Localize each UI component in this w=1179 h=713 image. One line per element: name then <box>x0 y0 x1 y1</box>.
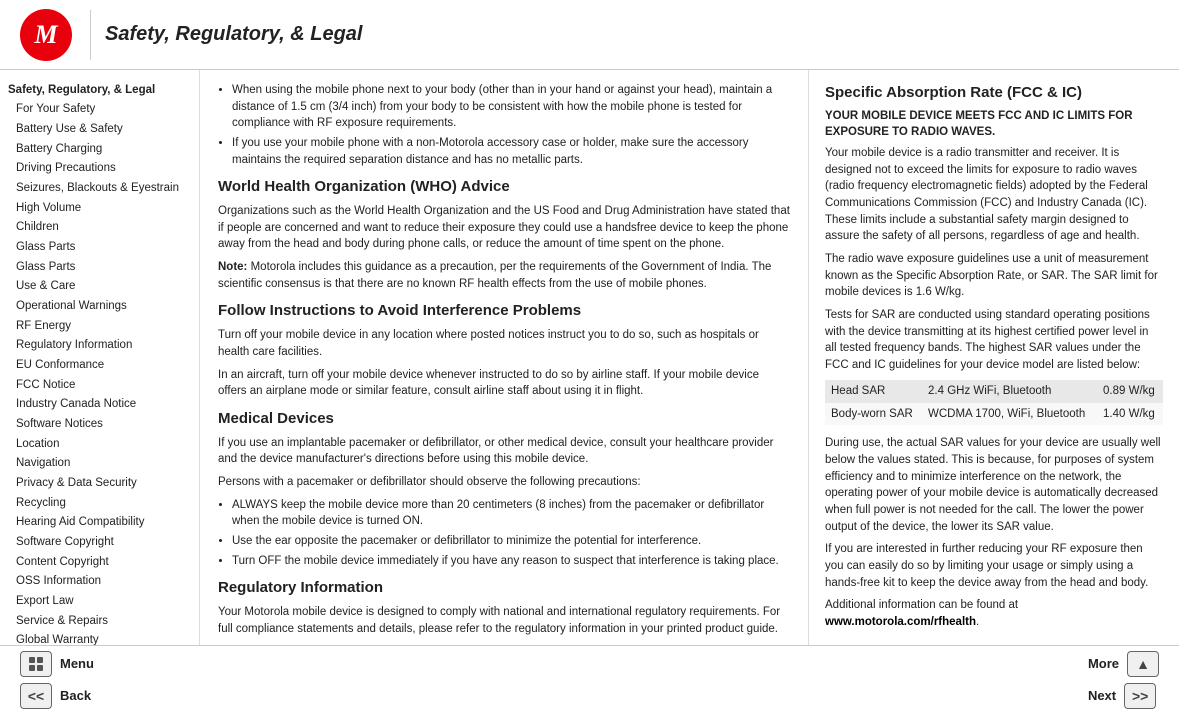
more-button[interactable]: More ▲ <box>1088 651 1159 677</box>
sidebar-item[interactable]: Export Law <box>6 591 193 611</box>
page-title: Safety, Regulatory, & Legal <box>105 23 362 46</box>
regulatory-heading: Regulatory Information <box>218 577 790 599</box>
table-cell: WCDMA 1700, WiFi, Bluetooth <box>922 403 1097 426</box>
list-item: Turn OFF the mobile device immediately i… <box>232 553 790 570</box>
bottom-left: Menu << Back <box>20 651 94 709</box>
sidebar: Safety, Regulatory, & LegalFor Your Safe… <box>0 70 200 645</box>
sidebar-item[interactable]: Use & Care <box>6 277 193 297</box>
menu-button[interactable]: Menu <box>20 651 94 677</box>
sidebar-item[interactable]: Global Warranty <box>6 631 193 645</box>
sidebar-item[interactable]: Seizures, Blackouts & Eyestrain <box>6 178 193 198</box>
medical-body2: Persons with a pacemaker or defibrillato… <box>218 474 790 491</box>
sidebar-item[interactable]: Navigation <box>6 454 193 474</box>
who-heading: World Health Organization (WHO) Advice <box>218 176 790 198</box>
back-label: Back <box>60 688 91 703</box>
sidebar-item[interactable]: Children <box>6 218 193 238</box>
note-text: Motorola includes this guidance as a pre… <box>218 261 771 290</box>
sidebar-item[interactable]: High Volume <box>6 198 193 218</box>
sidebar-item[interactable]: For Your Safety <box>6 100 193 120</box>
medical-heading: Medical Devices <box>218 408 790 430</box>
sidebar-item[interactable]: Software Notices <box>6 414 193 434</box>
motorola-logo: M <box>20 9 72 61</box>
table-row: Body-worn SARWCDMA 1700, WiFi, Bluetooth… <box>825 403 1163 426</box>
sar-heading: Specific Absorption Rate (FCC & IC) <box>825 82 1163 104</box>
sar-para2: The radio wave exposure guidelines use a… <box>825 251 1163 301</box>
sar-para6-suffix: . <box>976 616 979 628</box>
next-button[interactable]: Next >> <box>1088 683 1159 709</box>
sar-para1: Your mobile device is a radio transmitte… <box>825 145 1163 245</box>
sidebar-item[interactable]: FCC Notice <box>6 375 193 395</box>
bottom-right: More ▲ Next >> <box>1088 651 1159 709</box>
menu-icon <box>20 651 52 677</box>
sidebar-item[interactable]: Content Copyright <box>6 552 193 572</box>
next-label: Next <box>1088 688 1116 703</box>
list-item: ALWAYS keep the mobile device more than … <box>232 497 790 530</box>
sar-para6: Additional information can be found at w… <box>825 597 1163 630</box>
sidebar-item[interactable]: EU Conformance <box>6 355 193 375</box>
sidebar-item[interactable]: Industry Canada Notice <box>6 395 193 415</box>
sidebar-item[interactable]: Glass Parts <box>6 257 193 277</box>
follow-body1: Turn off your mobile device in any locat… <box>218 327 790 360</box>
sidebar-item[interactable]: Location <box>6 434 193 454</box>
logo-letter: M <box>34 20 57 50</box>
content-main: When using the mobile phone next to your… <box>200 70 809 645</box>
header-divider <box>90 10 91 60</box>
sidebar-item[interactable]: Driving Precautions <box>6 159 193 179</box>
who-body: Organizations such as the World Health O… <box>218 203 790 253</box>
regulatory-body: Your Motorola mobile device is designed … <box>218 604 790 637</box>
more-label: More <box>1088 656 1119 671</box>
sidebar-item[interactable]: RF Energy <box>6 316 193 336</box>
logo-container: M <box>16 7 76 62</box>
sidebar-item[interactable]: Regulatory Information <box>6 336 193 356</box>
sar-table: Head SAR2.4 GHz WiFi, Bluetooth0.89 W/kg… <box>825 380 1163 425</box>
sidebar-item[interactable]: Recycling <box>6 493 193 513</box>
list-item: If you use your mobile phone with a non-… <box>232 135 790 168</box>
next-icon: >> <box>1124 683 1156 709</box>
sar-para5: If you are interested in further reducin… <box>825 541 1163 591</box>
sidebar-item[interactable]: Operational Warnings <box>6 296 193 316</box>
sar-para6-prefix: Additional information can be found at <box>825 599 1018 611</box>
header: M Safety, Regulatory, & Legal <box>0 0 1179 70</box>
sidebar-item[interactable]: Software Copyright <box>6 532 193 552</box>
sar-subheading: YOUR MOBILE DEVICE MEETS FCC AND IC LIMI… <box>825 108 1163 141</box>
table-cell: Body-worn SAR <box>825 403 922 426</box>
medical-body1: If you use an implantable pacemaker or d… <box>218 435 790 468</box>
table-cell: 2.4 GHz WiFi, Bluetooth <box>922 380 1097 403</box>
table-cell: 0.89 W/kg <box>1097 380 1163 403</box>
who-note: Note: Motorola includes this guidance as… <box>218 259 790 292</box>
main-layout: Safety, Regulatory, & LegalFor Your Safe… <box>0 70 1179 645</box>
sar-para4: During use, the actual SAR values for yo… <box>825 435 1163 535</box>
menu-label: Menu <box>60 656 94 671</box>
more-icon: ▲ <box>1127 651 1159 677</box>
sidebar-item[interactable]: Hearing Aid Compatibility <box>6 513 193 533</box>
table-cell: Head SAR <box>825 380 922 403</box>
list-item: Use the ear opposite the pacemaker or de… <box>232 533 790 550</box>
sidebar-item[interactable]: Privacy & Data Security <box>6 473 193 493</box>
sidebar-item[interactable]: Service & Repairs <box>6 611 193 631</box>
sidebar-item[interactable]: Battery Use & Safety <box>6 119 193 139</box>
content-area: When using the mobile phone next to your… <box>200 70 1179 645</box>
back-icon: << <box>20 683 52 709</box>
table-row: Head SAR2.4 GHz WiFi, Bluetooth0.89 W/kg <box>825 380 1163 403</box>
table-cell: 1.40 W/kg <box>1097 403 1163 426</box>
list-item: When using the mobile phone next to your… <box>232 82 790 132</box>
content-right: Specific Absorption Rate (FCC & IC) YOUR… <box>809 70 1179 645</box>
sidebar-item[interactable]: OSS Information <box>6 572 193 592</box>
follow-body2: In an aircraft, turn off your mobile dev… <box>218 367 790 400</box>
sar-link[interactable]: www.motorola.com/rfhealth <box>825 616 976 628</box>
sidebar-item[interactable]: Safety, Regulatory, & Legal <box>6 80 193 100</box>
medical-bullets: ALWAYS keep the mobile device more than … <box>232 497 790 570</box>
sidebar-item[interactable]: Glass Parts <box>6 237 193 257</box>
back-button[interactable]: << Back <box>20 683 94 709</box>
note-label: Note: <box>218 261 247 273</box>
sidebar-item[interactable]: Battery Charging <box>6 139 193 159</box>
bottom-bar: Menu << Back More ▲ Next >> <box>0 645 1179 713</box>
follow-heading: Follow Instructions to Avoid Interferenc… <box>218 300 790 322</box>
sar-para3: Tests for SAR are conducted using standa… <box>825 307 1163 374</box>
